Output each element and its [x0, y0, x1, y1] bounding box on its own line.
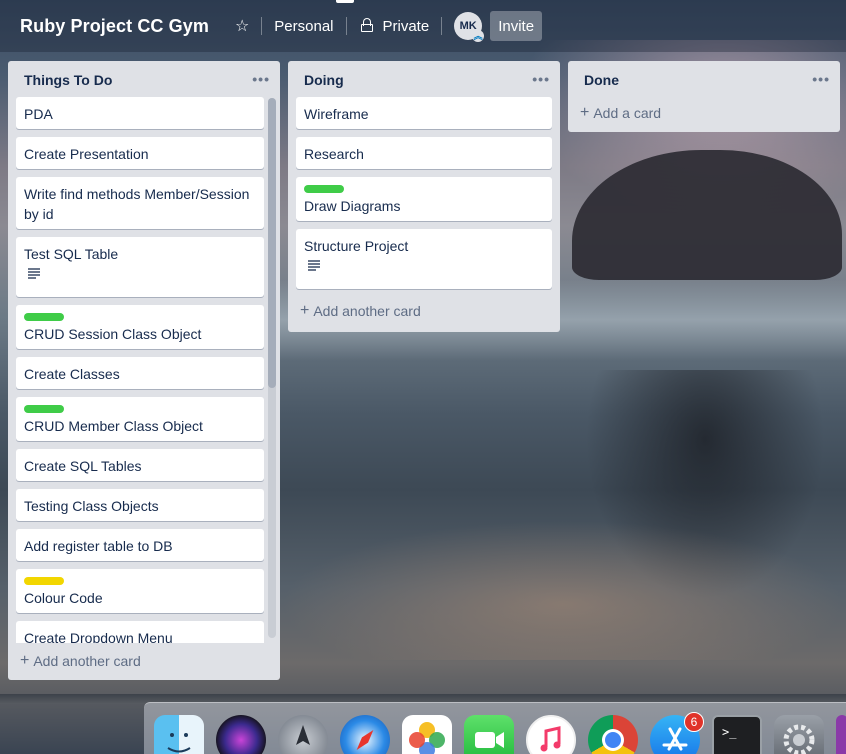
card-title: Colour Code: [24, 590, 103, 606]
card[interactable]: Colour Code: [16, 569, 264, 613]
list-done: Done ••• + Add a card: [568, 61, 840, 132]
card-title: Draw Diagrams: [304, 198, 401, 214]
card-label-green[interactable]: [24, 405, 64, 413]
card-title: Create Dropdown Menu: [24, 630, 173, 643]
card[interactable]: Create Classes: [16, 357, 264, 389]
list-things-to-do: Things To Do ••• PDA Create Presentation…: [8, 61, 280, 680]
card[interactable]: Structure Project: [296, 229, 552, 289]
card-title: Research: [304, 146, 364, 162]
header-divider: [345, 17, 347, 35]
description-icon: [308, 260, 320, 271]
header-divider: [261, 17, 263, 35]
description-icon: [28, 268, 40, 279]
add-card-label: Add another card: [313, 303, 421, 319]
window-notch: [336, 0, 354, 3]
card-title: Create Presentation: [24, 146, 149, 162]
chrome-icon[interactable]: [588, 715, 638, 754]
card[interactable]: Draw Diagrams: [296, 177, 552, 221]
system-preferences-icon[interactable]: [774, 715, 824, 754]
board-header: Ruby Project CC Gym ☆ Personal Private M…: [0, 0, 846, 52]
avatar[interactable]: MK ︽: [454, 12, 485, 42]
card[interactable]: Testing Class Objects: [16, 489, 264, 521]
card-title: Test SQL Table: [24, 246, 119, 262]
card-title: Add register table to DB: [24, 538, 173, 554]
invite-button[interactable]: Invite: [490, 11, 543, 41]
card[interactable]: Create SQL Tables: [16, 449, 264, 481]
lock-icon: [360, 18, 373, 32]
dock: 6 >_: [144, 702, 846, 754]
card[interactable]: Create Dropdown Menu: [16, 621, 264, 643]
card-title: Write find methods Member/Session by id: [24, 186, 250, 222]
board-title[interactable]: Ruby Project CC Gym: [20, 16, 209, 37]
scrollbar-thumb[interactable]: [268, 98, 276, 388]
background-sunset: [280, 520, 846, 660]
list-menu-icon[interactable]: •••: [532, 71, 550, 87]
app-store-badge: 6: [684, 712, 704, 732]
card[interactable]: Add register table to DB: [16, 529, 264, 561]
list-menu-icon[interactable]: •••: [812, 71, 830, 87]
add-card-label: Add another card: [33, 653, 141, 669]
list-header: Things To Do •••: [8, 61, 280, 97]
facetime-icon[interactable]: [464, 715, 514, 754]
card-container: Wireframe Research Draw Diagrams Structu…: [288, 97, 560, 289]
list-doing: Doing ••• Wireframe Research Draw Diagra…: [288, 61, 560, 332]
plus-icon: +: [300, 302, 310, 319]
card-title: Wireframe: [304, 106, 369, 122]
card[interactable]: CRUD Session Class Object: [16, 305, 264, 349]
plus-icon: +: [580, 104, 590, 121]
add-card-button[interactable]: + Add another card: [8, 647, 280, 675]
list-title[interactable]: Doing: [304, 70, 344, 88]
plus-icon: +: [20, 652, 30, 669]
launchpad-icon[interactable]: [278, 715, 328, 754]
visibility-button[interactable]: Private: [359, 11, 430, 41]
card-container: PDA Create Presentation Write find metho…: [8, 97, 272, 643]
photos-icon[interactable]: [402, 715, 452, 754]
card-label-green[interactable]: [24, 313, 64, 321]
card[interactable]: PDA: [16, 97, 264, 129]
card[interactable]: Write find methods Member/Session by id: [16, 177, 264, 229]
card[interactable]: Wireframe: [296, 97, 552, 129]
header-divider: [441, 17, 443, 35]
star-icon[interactable]: ☆: [235, 11, 249, 41]
card-title: CRUD Member Class Object: [24, 418, 203, 434]
list-title[interactable]: Done: [584, 70, 619, 88]
card-title: Structure Project: [304, 238, 409, 254]
visibility-label: Private: [382, 17, 430, 35]
card-title: CRUD Session Class Object: [24, 326, 202, 342]
card[interactable]: Research: [296, 137, 552, 169]
add-card-button[interactable]: + Add another card: [288, 297, 560, 325]
list-header: Doing •••: [288, 61, 560, 97]
card[interactable]: Test SQL Table: [16, 237, 264, 297]
list-title[interactable]: Things To Do: [24, 70, 112, 88]
card[interactable]: Create Presentation: [16, 137, 264, 169]
app-icon[interactable]: [836, 715, 846, 754]
card-label-yellow[interactable]: [24, 577, 64, 585]
terminal-icon[interactable]: >_: [712, 715, 762, 754]
card[interactable]: CRUD Member Class Object: [16, 397, 264, 441]
list-header: Done •••: [568, 61, 840, 97]
itunes-icon[interactable]: [526, 715, 576, 754]
add-card-button[interactable]: + Add a card: [568, 99, 840, 127]
list-scrollbar[interactable]: [268, 98, 276, 638]
add-card-label: Add a card: [593, 105, 662, 121]
team-button[interactable]: Personal: [274, 11, 333, 41]
card-label-green[interactable]: [304, 185, 344, 193]
card-title: PDA: [24, 106, 53, 122]
siri-icon[interactable]: [216, 715, 266, 754]
card-title: Create Classes: [24, 366, 120, 382]
list-menu-icon[interactable]: •••: [252, 71, 270, 87]
admin-chevron-icon: ︽: [472, 30, 485, 42]
safari-icon[interactable]: [340, 715, 390, 754]
finder-icon[interactable]: [154, 715, 204, 754]
card-title: Testing Class Objects: [24, 498, 159, 514]
card-title: Create SQL Tables: [24, 458, 142, 474]
terminal-prompt: >_: [722, 725, 737, 739]
